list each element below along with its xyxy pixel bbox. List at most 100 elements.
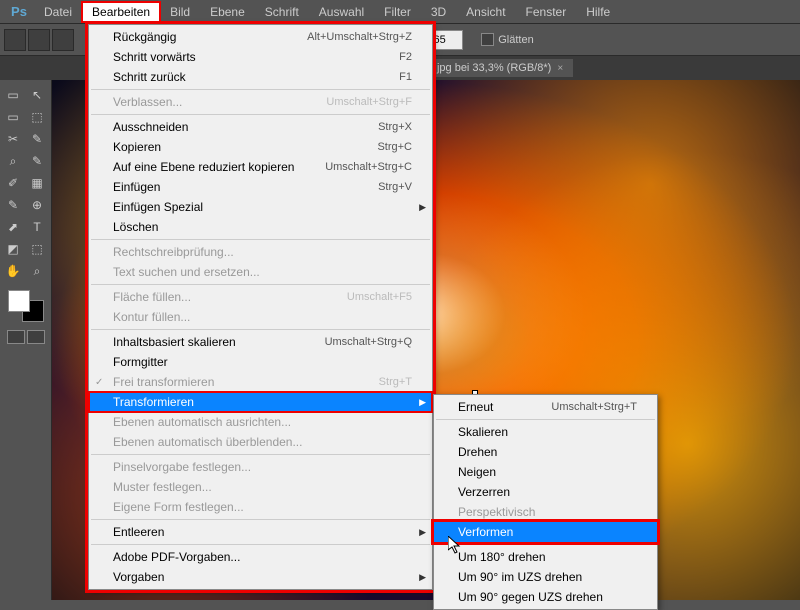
tool-button[interactable]: ↖: [26, 84, 48, 106]
menu-item-label: Schritt zurück: [113, 70, 186, 84]
menu-item-label: Verblassen...: [113, 95, 182, 109]
menu-item: Ebenen automatisch überblenden...: [89, 432, 432, 452]
tool-button[interactable]: ⬚: [26, 106, 48, 128]
menu-item-label: Perspektivisch: [458, 505, 535, 519]
menu-item-ebene[interactable]: Ebene: [200, 2, 255, 22]
submenu-item[interactable]: Verformen: [434, 522, 657, 542]
menu-item-datei[interactable]: Datei: [34, 2, 82, 22]
tool-button[interactable]: ✋: [2, 260, 24, 282]
tool-button[interactable]: ✎: [2, 194, 24, 216]
menu-item[interactable]: Löschen: [89, 217, 432, 237]
tool-button[interactable]: ✂: [2, 128, 24, 150]
menu-item[interactable]: Formgitter: [89, 352, 432, 372]
smooth-checkbox[interactable]: [481, 33, 494, 46]
menu-item[interactable]: Rückgängig Alt+Umschalt+Strg+Z: [89, 27, 432, 47]
option-icon[interactable]: [28, 29, 50, 51]
submenu-arrow-icon: ▶: [419, 527, 426, 538]
menu-shortcut: Alt+Umschalt+Strg+Z: [307, 31, 412, 43]
menu-item[interactable]: Inhaltsbasiert skalierenUmschalt+Strg+Q: [89, 332, 432, 352]
menu-item[interactable]: Auf eine Ebene reduziert kopierenUmschal…: [89, 157, 432, 177]
menu-item-ansicht[interactable]: Ansicht: [456, 2, 515, 22]
transform-submenu: ErneutUmschalt+Strg+T SkalierenDrehen Neig…: [433, 394, 658, 610]
submenu-arrow-icon: ▶: [419, 572, 426, 583]
tool-button[interactable]: ✐: [2, 172, 24, 194]
menu-item-label: Rechtschreibprüfung...: [113, 245, 234, 259]
menu-item-label: Einfügen Spezial: [113, 200, 203, 214]
menu-item[interactable]: Schritt zurück F1: [89, 67, 432, 87]
tool-button[interactable]: ▭: [2, 106, 24, 128]
menu-shortcut: Strg+V: [378, 181, 412, 193]
tool-button[interactable]: ⌕: [2, 150, 24, 172]
tool-button[interactable]: ◩: [2, 238, 24, 260]
menu-item-label: Formgitter: [113, 355, 168, 369]
menu-separator: [91, 544, 430, 545]
tool-button[interactable]: ✎: [26, 150, 48, 172]
menu-item-label: Rückgängig: [113, 30, 176, 44]
tool-button[interactable]: T: [26, 216, 48, 238]
quickmask-icon[interactable]: [7, 330, 25, 344]
menu-item[interactable]: Transformieren ▶: [89, 392, 432, 412]
submenu-item[interactable]: Um 180° drehen: [434, 547, 657, 567]
tool-button[interactable]: ▭: [2, 84, 24, 106]
foreground-swatch[interactable]: [8, 290, 30, 312]
submenu-arrow-icon: ▶: [419, 397, 426, 408]
menu-item[interactable]: AusschneidenStrg+X: [89, 117, 432, 137]
submenu-item[interactable]: ErneutUmschalt+Strg+T: [434, 397, 657, 417]
menu-item-hilfe[interactable]: Hilfe: [576, 2, 620, 22]
menu-item-label: Verzerren: [458, 485, 510, 499]
menu-shortcut: F1: [399, 71, 412, 83]
screenmode-icon[interactable]: [27, 330, 45, 344]
menu-item[interactable]: Adobe PDF-Vorgaben...: [89, 547, 432, 567]
tool-button[interactable]: ✎: [26, 128, 48, 150]
menu-shortcut: Umschalt+Strg+Q: [325, 336, 412, 348]
menu-item[interactable]: Einfügen Spezial▶: [89, 197, 432, 217]
menu-item[interactable]: KopierenStrg+C: [89, 137, 432, 157]
menu-separator: [91, 454, 430, 455]
menu-item-bild[interactable]: Bild: [160, 2, 200, 22]
check-icon: ✓: [95, 377, 103, 388]
menu-item-label: Text suchen und ersetzen...: [113, 265, 260, 279]
menu-separator: [91, 329, 430, 330]
menu-item-label: Löschen: [113, 220, 158, 234]
submenu-item[interactable]: Um 90° gegen UZS drehen: [434, 587, 657, 607]
menu-item-label: Adobe PDF-Vorgaben...: [113, 550, 240, 564]
tool-button[interactable]: ⊕: [26, 194, 48, 216]
tool-button[interactable]: ⌕: [26, 260, 48, 282]
tool-button[interactable]: ⬈: [2, 216, 24, 238]
tool-panel: ▭↖▭⬚✂✎⌕✎✐▦✎⊕⬈T◩⬚✋⌕: [0, 80, 52, 600]
menu-item-label: Schritt vorwärts: [113, 50, 196, 64]
menu-item-bearbeiten[interactable]: Bearbeiten: [82, 2, 160, 22]
tool-button[interactable]: ▦: [26, 172, 48, 194]
menu-item-label: Eigene Form festlegen...: [113, 500, 244, 514]
menu-item[interactable]: EinfügenStrg+V: [89, 177, 432, 197]
smooth-label: Glätten: [498, 34, 533, 46]
menu-item-auswahl[interactable]: Auswahl: [309, 2, 374, 22]
submenu-item[interactable]: Um 90° im UZS drehen: [434, 567, 657, 587]
menu-item-3d[interactable]: 3D: [421, 2, 456, 22]
menu-shortcut: Strg+X: [378, 121, 412, 133]
submenu-item[interactable]: Neigen: [434, 462, 657, 482]
menu-item[interactable]: Schritt vorwärtsF2: [89, 47, 432, 67]
menu-shortcut: Umschalt+Strg+C: [325, 161, 412, 173]
close-icon[interactable]: ×: [557, 63, 563, 74]
menu-item-label: Erneut: [458, 400, 493, 414]
menu-item-label: Neigen: [458, 465, 496, 479]
submenu-item[interactable]: Skalieren: [434, 422, 657, 442]
menu-shortcut: Umschalt+F5: [347, 291, 412, 303]
menu-item-schrift[interactable]: Schrift: [255, 2, 309, 22]
menu-item-filter[interactable]: Filter: [374, 2, 421, 22]
menu-item-label: Transformieren: [113, 395, 194, 409]
menu-item-label: Verformen: [458, 525, 513, 539]
menu-item-fenster[interactable]: Fenster: [516, 2, 577, 22]
app-logo: Ps: [4, 2, 34, 22]
submenu-item[interactable]: Verzerren: [434, 482, 657, 502]
menu-item[interactable]: Entleeren▶: [89, 522, 432, 542]
edit-menu-dropdown: Rückgängig Alt+Umschalt+Strg+Z Schritt vor…: [88, 24, 433, 590]
color-swatches[interactable]: [2, 290, 49, 322]
submenu-item[interactable]: Drehen: [434, 442, 657, 462]
tool-preset-icon[interactable]: [4, 29, 26, 51]
menu-item[interactable]: Vorgaben▶: [89, 567, 432, 587]
menu-separator: [436, 544, 655, 545]
option-icon[interactable]: [52, 29, 74, 51]
tool-button[interactable]: ⬚: [26, 238, 48, 260]
